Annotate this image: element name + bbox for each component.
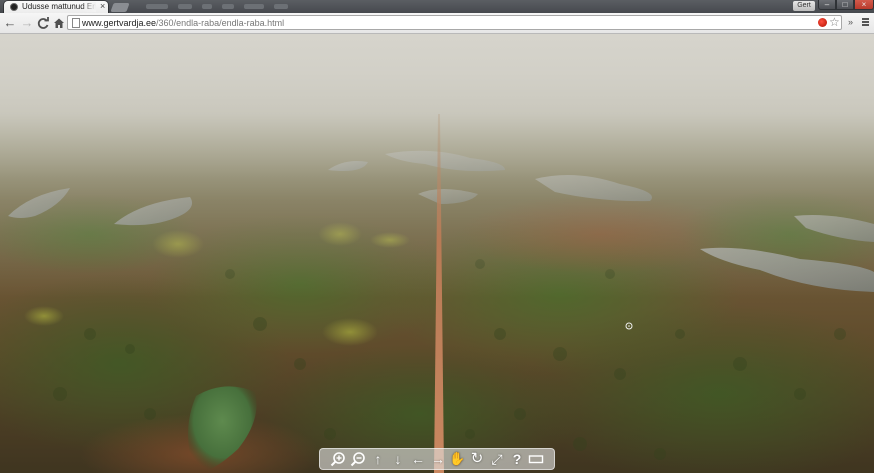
minimize-button[interactable]: – — [818, 0, 836, 10]
url-host: www.gertvardja.ee — [82, 18, 157, 28]
back-button[interactable]: ← — [3, 15, 17, 31]
url-path: /360/endla-raba/endla-raba.html — [156, 18, 285, 28]
pan-left-button[interactable]: ← — [410, 451, 426, 467]
home-icon — [54, 18, 64, 28]
tab-active[interactable]: Udusse mattunud Endla r × — [4, 1, 108, 13]
hamburger-menu-icon[interactable] — [862, 18, 869, 26]
reload-button[interactable] — [36, 15, 50, 31]
pan-right-button[interactable]: → — [430, 451, 446, 467]
autorotate-button[interactable]: ↻ — [469, 451, 485, 467]
red-extension-icon[interactable] — [818, 18, 827, 27]
forward-button[interactable]: → — [20, 15, 34, 31]
hide-controls-button[interactable] — [528, 451, 544, 467]
drag-hand-button[interactable]: ✋ — [449, 451, 465, 467]
tab-close-icon[interactable]: × — [100, 1, 105, 12]
maximize-button[interactable]: □ — [836, 0, 854, 10]
browser-window: Udusse mattunud Endla r × Gert – □ × ← → — [0, 0, 874, 473]
zoom-out-button[interactable] — [350, 451, 366, 467]
page-icon — [72, 18, 80, 28]
new-tab-button[interactable] — [110, 3, 130, 12]
panorama-control-bar: ↑ ↓ ← → ✋ ↻ ⤢ ? — [319, 448, 555, 470]
browser-toolbar: ← → www.gertvardja.ee/360/endla-raba/end… — [0, 13, 874, 34]
pan-down-button[interactable]: ↓ — [390, 451, 406, 467]
bog-panorama-image — [0, 34, 874, 473]
zoom-out-icon — [350, 452, 365, 467]
pan-up-button[interactable]: ↑ — [370, 451, 386, 467]
fullscreen-button[interactable]: ⤢ — [489, 451, 505, 467]
profile-badge[interactable]: Gert — [793, 1, 815, 11]
panorama-viewport[interactable] — [0, 34, 874, 473]
url-text[interactable]: www.gertvardja.ee/360/endla-raba/endla-r… — [82, 17, 284, 29]
help-button[interactable]: ? — [509, 451, 525, 467]
reload-icon — [37, 17, 49, 29]
address-bar[interactable]: www.gertvardja.ee/360/endla-raba/endla-r… — [67, 15, 842, 30]
zoom-in-icon — [330, 452, 345, 467]
hide-controls-icon — [528, 455, 544, 464]
favicon-icon — [10, 3, 18, 11]
zoom-in-button[interactable] — [330, 451, 346, 467]
tab-strip: Udusse mattunud Endla r × Gert – □ × — [0, 0, 874, 13]
tab-title: Udusse mattunud Endla r — [22, 2, 96, 12]
extensions-overflow-icon[interactable]: » — [848, 16, 853, 28]
home-button[interactable] — [52, 15, 66, 31]
blurred-background-menu — [146, 3, 288, 10]
close-window-button[interactable]: × — [854, 0, 874, 10]
bookmark-star-icon[interactable]: ☆ — [829, 15, 840, 29]
